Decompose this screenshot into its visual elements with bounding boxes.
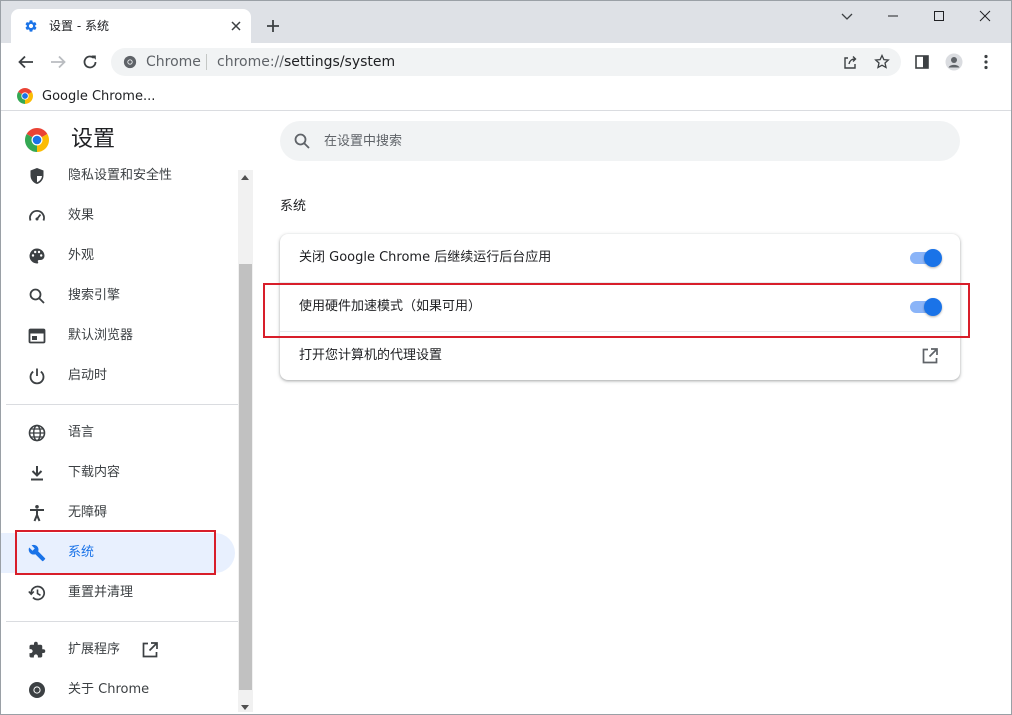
sidebar-item-label: 外观 (68, 248, 95, 263)
scroll-up-arrow[interactable] (241, 175, 249, 180)
power-icon (29, 368, 45, 385)
tab-settings-system[interactable]: 设置 - 系统 (11, 9, 251, 43)
sidebar: 隐私设置和安全性 效果 外观 搜索引擎 默认浏览器 启动时 语言 下载内容 无障… (1, 164, 253, 714)
url-path: settings/system (284, 54, 396, 70)
open-in-new-icon[interactable] (921, 347, 939, 365)
sidebar-item-default-browser[interactable]: 默认浏览器 (1, 316, 235, 356)
bookmarks-bar: Google Chrome... (1, 81, 1011, 111)
background-apps-toggle[interactable] (908, 249, 942, 267)
more-menu-icon[interactable] (977, 53, 995, 71)
bookmark-label: Google Chrome... (42, 89, 156, 104)
maximize-button[interactable] (916, 1, 962, 31)
palette-icon (29, 248, 45, 264)
chrome-logo-icon (17, 88, 33, 104)
open-in-new-icon (142, 642, 158, 658)
url-scheme: chrome:// (217, 54, 284, 70)
sidebar-item-privacy[interactable]: 隐私设置和安全性 (1, 156, 235, 196)
sidebar-item-label: 搜索引擎 (68, 288, 121, 303)
tab-search-button[interactable] (824, 1, 870, 31)
side-panel-icon[interactable] (913, 53, 931, 71)
download-icon (31, 466, 43, 481)
setting-label: 关闭 Google Chrome 后继续运行后台应用 (299, 250, 552, 265)
browser-window: 设置 - 系统 Chrome chrome://settings/system … (0, 0, 1012, 715)
minimize-icon (888, 15, 898, 17)
setting-row-proxy-settings[interactable]: 打开您计算机的代理设置 (280, 331, 960, 379)
forward-arrow-icon[interactable] (49, 53, 67, 71)
globe-icon (28, 424, 46, 442)
chrome-logo-icon (25, 128, 49, 152)
minimize-button[interactable] (870, 1, 916, 31)
sidebar-item-label: 隐私设置和安全性 (68, 168, 173, 183)
omnibox-url[interactable]: chrome://settings/system (217, 54, 395, 70)
profile-avatar-icon[interactable] (945, 53, 963, 71)
gear-icon (25, 20, 37, 32)
address-bar[interactable]: Chrome chrome://settings/system (111, 48, 901, 76)
sidebar-item-label: 无障碍 (68, 505, 108, 520)
sidebar-item-about[interactable]: 关于 Chrome (1, 670, 235, 710)
sidebar-item-downloads[interactable]: 下载内容 (1, 453, 235, 493)
speedometer-icon (29, 210, 45, 221)
sidebar-item-label: 默认浏览器 (68, 328, 134, 343)
chrome-icon (29, 682, 45, 698)
maximize-icon (934, 11, 944, 21)
shield-icon (30, 168, 44, 184)
scroll-thumb[interactable] (239, 264, 252, 690)
search-icon (29, 288, 45, 304)
page-title: 设置 (71, 127, 116, 152)
sidebar-item-on-startup[interactable]: 启动时 (1, 356, 235, 396)
reload-icon[interactable] (81, 53, 99, 71)
back-arrow-icon[interactable] (17, 53, 35, 71)
close-icon (979, 10, 991, 22)
sidebar-item-performance[interactable]: 效果 (1, 196, 235, 236)
setting-row-background-apps[interactable]: 关闭 Google Chrome 后继续运行后台应用 (280, 234, 960, 282)
sidebar-item-label: 关于 Chrome (68, 682, 150, 697)
sidebar-item-accessibility[interactable]: 无障碍 (1, 493, 235, 533)
share-icon[interactable] (842, 54, 858, 70)
sidebar-item-label: 重置并清理 (68, 585, 134, 600)
search-input[interactable] (324, 131, 924, 151)
scroll-down-arrow[interactable] (241, 705, 249, 710)
sidebar-item-reset[interactable]: 重置并清理 (1, 573, 235, 613)
sidebar-item-label: 语言 (68, 425, 95, 440)
toggle-knob (924, 249, 942, 267)
highlight-box-hardware-acceleration (263, 283, 970, 338)
settings-page: 设置 隐私设置和安全性 (1, 112, 1011, 714)
sidebar-divider (6, 404, 238, 405)
close-window-button[interactable] (962, 1, 1008, 31)
sidebar-item-extensions[interactable]: 扩展程序 (1, 630, 235, 670)
sidebar-item-search-engine[interactable]: 搜索引擎 (1, 276, 235, 316)
section-title: 系统 (280, 199, 307, 214)
setting-label: 打开您计算机的代理设置 (299, 348, 443, 363)
close-tab-icon[interactable] (229, 19, 243, 33)
browser-window-icon (28, 328, 46, 344)
tab-strip: 设置 - 系统 (1, 1, 1011, 43)
sidebar-item-label: 效果 (68, 208, 95, 223)
accessibility-icon (30, 505, 44, 522)
omnibox-site-label: Chrome (146, 54, 201, 70)
sidebar-item-appearance[interactable]: 外观 (1, 236, 235, 276)
puzzle-icon (29, 641, 46, 658)
sidebar-item-languages[interactable]: 语言 (1, 413, 235, 453)
omnibox-separator (206, 54, 207, 70)
new-tab-icon[interactable] (265, 18, 281, 34)
settings-search[interactable] (280, 121, 960, 161)
history-icon (28, 585, 46, 601)
chrome-site-icon (123, 55, 137, 69)
search-icon (294, 133, 310, 149)
chevron-down-icon (841, 13, 853, 20)
sidebar-item-label: 扩展程序 (68, 642, 121, 657)
sidebar-scrollbar[interactable] (238, 170, 253, 712)
bookmark-star-icon[interactable] (874, 54, 890, 70)
sidebar-item-label: 启动时 (68, 368, 108, 383)
sidebar-item-label: 下载内容 (68, 465, 121, 480)
toolbar: Chrome chrome://settings/system (1, 43, 1011, 81)
tab-title: 设置 - 系统 (49, 19, 109, 33)
highlight-box-system-nav (15, 530, 216, 575)
sidebar-divider (6, 621, 238, 622)
